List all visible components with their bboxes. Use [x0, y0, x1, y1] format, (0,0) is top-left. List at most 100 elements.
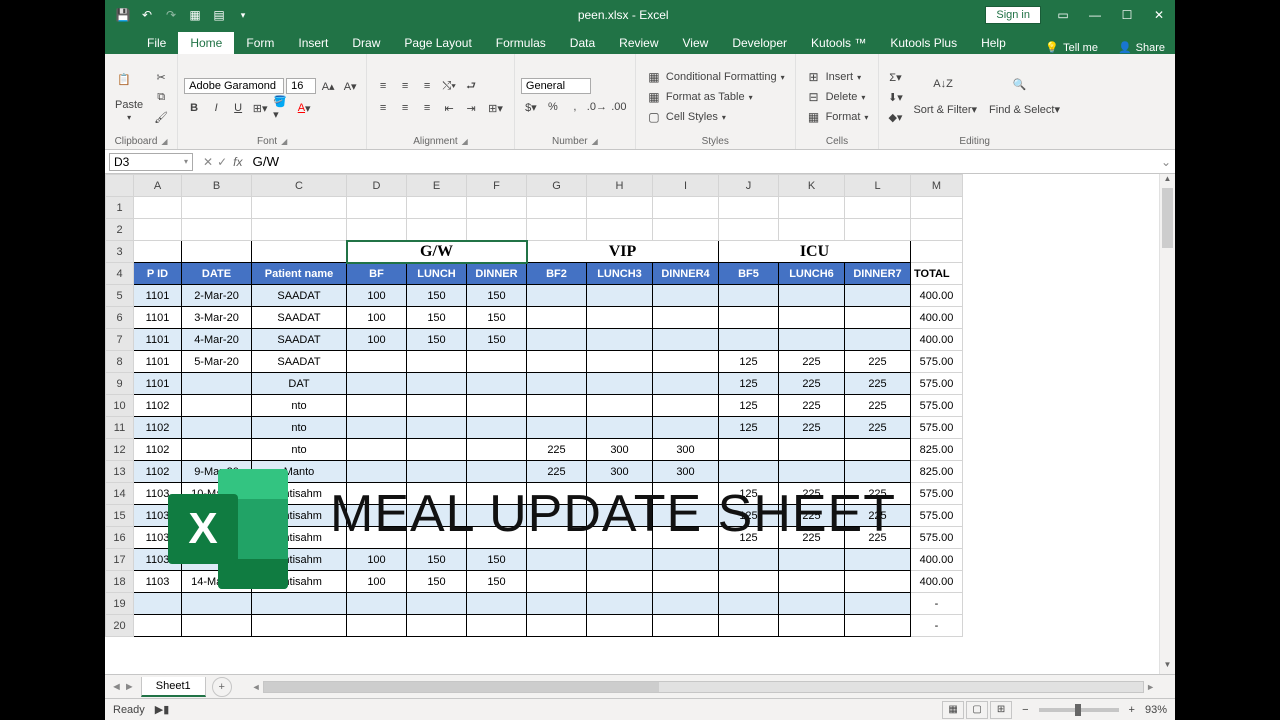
cell-F6[interactable]: 150 [467, 307, 527, 329]
row-header-17[interactable]: 17 [106, 549, 134, 571]
col-header-E[interactable]: E [407, 175, 467, 197]
zoom-slider[interactable] [1039, 708, 1119, 712]
hscroll-right-icon[interactable]: ► [1146, 682, 1155, 692]
cell-C20[interactable] [252, 615, 347, 637]
border-button[interactable]: ⊞▾ [250, 99, 270, 117]
cell-C17[interactable]: Ahtisahm [252, 549, 347, 571]
zoom-out-icon[interactable]: − [1022, 704, 1028, 716]
cell-I7[interactable] [653, 329, 719, 351]
cell-E13[interactable] [407, 461, 467, 483]
cell-H7[interactable] [587, 329, 653, 351]
cell[interactable] [407, 197, 467, 219]
cell-F9[interactable] [467, 373, 527, 395]
cell[interactable] [134, 197, 182, 219]
align-top-icon[interactable]: ≡ [373, 77, 393, 95]
col-header-I[interactable]: I [653, 175, 719, 197]
header-lunch[interactable]: LUNCH [407, 263, 467, 285]
cell-K7[interactable] [779, 329, 845, 351]
cell-H17[interactable] [587, 549, 653, 571]
cancel-formula-icon[interactable]: ✕ [203, 155, 213, 169]
cell-L14[interactable]: 225 [845, 483, 911, 505]
cell-G17[interactable] [527, 549, 587, 571]
cell-D17[interactable]: 100 [347, 549, 407, 571]
cell-E10[interactable] [407, 395, 467, 417]
worksheet[interactable]: ABCDEFGHIJKLM123G/WVIPICU4P IDDATEPatien… [105, 174, 963, 637]
cell-H20[interactable] [587, 615, 653, 637]
header-bf5[interactable]: BF5 [719, 263, 779, 285]
col-header-F[interactable]: F [467, 175, 527, 197]
tab-form[interactable]: Form [234, 32, 286, 54]
cell[interactable] [587, 219, 653, 241]
cell-D16[interactable] [347, 527, 407, 549]
cell[interactable] [182, 197, 252, 219]
tab-help[interactable]: Help [969, 32, 1018, 54]
section-gw[interactable]: G/W [347, 241, 527, 263]
align-bottom-icon[interactable]: ≡ [417, 77, 437, 95]
cell-J15[interactable]: 125 [719, 505, 779, 527]
cell-F12[interactable] [467, 439, 527, 461]
cell-H11[interactable] [587, 417, 653, 439]
cell-L20[interactable] [845, 615, 911, 637]
cell-C15[interactable]: Ahtisahm [252, 505, 347, 527]
sign-in-button[interactable]: Sign in [985, 6, 1041, 24]
cell-J13[interactable] [719, 461, 779, 483]
name-box[interactable]: D3▾ [109, 153, 193, 171]
cell[interactable] [719, 219, 779, 241]
minimize-icon[interactable]: — [1079, 0, 1111, 30]
dialog-launcher-icon[interactable]: ◢ [462, 137, 468, 146]
cell-C11[interactable]: nto [252, 417, 347, 439]
cell-F5[interactable]: 150 [467, 285, 527, 307]
col-header-C[interactable]: C [252, 175, 347, 197]
cell-M8[interactable]: 575.00 [911, 351, 963, 373]
row-header-18[interactable]: 18 [106, 571, 134, 593]
cell-D5[interactable]: 100 [347, 285, 407, 307]
cell-H6[interactable] [587, 307, 653, 329]
header-dinner4[interactable]: DINNER4 [653, 263, 719, 285]
header-dinner[interactable]: DINNER [467, 263, 527, 285]
col-header-M[interactable]: M [911, 175, 963, 197]
cell[interactable] [653, 219, 719, 241]
cell[interactable] [845, 219, 911, 241]
orientation-icon[interactable]: ⤭▾ [439, 77, 459, 95]
cell-F19[interactable] [467, 593, 527, 615]
cut-icon[interactable]: ✂ [151, 68, 171, 86]
cell-K20[interactable] [779, 615, 845, 637]
cell-L8[interactable]: 225 [845, 351, 911, 373]
header-bf2[interactable]: BF2 [527, 263, 587, 285]
cell-M9[interactable]: 575.00 [911, 373, 963, 395]
cell-C13[interactable]: Manto [252, 461, 347, 483]
cell-G8[interactable] [527, 351, 587, 373]
section-icu[interactable]: ICU [719, 241, 911, 263]
col-header-K[interactable]: K [779, 175, 845, 197]
cell[interactable] [182, 219, 252, 241]
cell-F18[interactable]: 150 [467, 571, 527, 593]
col-header-B[interactable]: B [182, 175, 252, 197]
cell[interactable] [911, 241, 963, 263]
cell-E20[interactable] [407, 615, 467, 637]
cell-F16[interactable] [467, 527, 527, 549]
tab-kutools-[interactable]: Kutools ™ [799, 32, 878, 54]
row-header-2[interactable]: 2 [106, 219, 134, 241]
cell-M20[interactable]: - [911, 615, 963, 637]
cell-I19[interactable] [653, 593, 719, 615]
cell-B6[interactable]: 3-Mar-20 [182, 307, 252, 329]
cell-G7[interactable] [527, 329, 587, 351]
cell-F8[interactable] [467, 351, 527, 373]
cell-I9[interactable] [653, 373, 719, 395]
cell-H12[interactable]: 300 [587, 439, 653, 461]
cell-B10[interactable] [182, 395, 252, 417]
cell-B15[interactable]: 11-Mar-20 [182, 505, 252, 527]
enter-formula-icon[interactable]: ✓ [217, 155, 227, 169]
cell-C8[interactable]: SAADAT [252, 351, 347, 373]
percent-icon[interactable]: % [543, 98, 563, 116]
cell-A5[interactable]: 1101 [134, 285, 182, 307]
tab-kutools-plus[interactable]: Kutools Plus [878, 32, 969, 54]
clear-icon[interactable]: ◆▾ [885, 108, 905, 126]
cell-K9[interactable]: 225 [779, 373, 845, 395]
cell-C5[interactable]: SAADAT [252, 285, 347, 307]
cell-K10[interactable]: 225 [779, 395, 845, 417]
formula-input[interactable] [248, 153, 1157, 170]
cell-D6[interactable]: 100 [347, 307, 407, 329]
cell-D10[interactable] [347, 395, 407, 417]
cell-B19[interactable] [182, 593, 252, 615]
